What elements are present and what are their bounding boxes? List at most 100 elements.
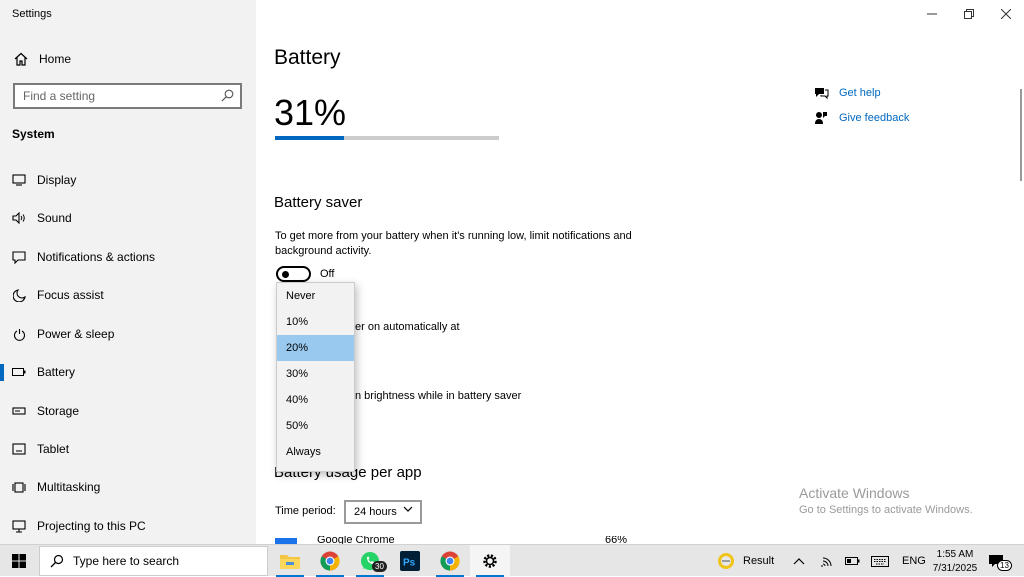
nav-home[interactable]: Home xyxy=(0,46,256,72)
storage-icon xyxy=(11,403,27,419)
weather-icon xyxy=(718,553,734,569)
minimize-button[interactable] xyxy=(913,0,950,28)
chrome-icon xyxy=(440,551,460,571)
whatsapp-taskbar-button[interactable]: 30 xyxy=(350,545,390,577)
battery-saver-heading: Battery saver xyxy=(274,194,363,211)
photoshop-icon: Ps xyxy=(400,551,420,571)
chrome-taskbar-button[interactable] xyxy=(310,545,350,577)
search-icon xyxy=(50,554,64,568)
time-period-value: 24 hours xyxy=(354,506,397,518)
find-setting-search[interactable] xyxy=(13,83,242,109)
window-title: Settings xyxy=(12,8,52,20)
dropdown-option[interactable]: 40% xyxy=(277,387,354,413)
get-help-link[interactable]: Get help xyxy=(813,80,909,105)
give-feedback-label: Give feedback xyxy=(839,111,910,124)
time-period-select[interactable]: 24 hours xyxy=(344,500,422,524)
app-percent: 66% xyxy=(604,536,627,544)
tablet-icon xyxy=(11,441,27,457)
sidebar-item-notifications[interactable]: Notifications & actions xyxy=(0,242,256,272)
window-controls xyxy=(913,0,1024,28)
dropdown-option[interactable]: 20% xyxy=(277,335,354,361)
sidebar-item-multitasking[interactable]: Multitasking xyxy=(0,472,256,502)
photoshop-taskbar-button[interactable]: Ps xyxy=(390,545,430,577)
settings-taskbar-button[interactable] xyxy=(470,545,510,577)
chevron-up-icon xyxy=(793,558,805,565)
sidebar-item-storage[interactable]: Storage xyxy=(0,396,256,426)
notification-count-badge: 13 xyxy=(997,560,1012,571)
moon-icon xyxy=(11,287,27,303)
find-setting-input[interactable] xyxy=(23,89,213,103)
watermark-title: Activate Windows xyxy=(799,485,910,501)
start-button[interactable] xyxy=(0,545,38,577)
dropdown-option[interactable]: Never xyxy=(277,283,354,309)
main-content: Battery 31% Battery saver To get more fr… xyxy=(256,0,1024,544)
nav-home-label: Home xyxy=(39,52,72,66)
battery-saver-toggle[interactable] xyxy=(276,266,311,282)
projector-icon xyxy=(11,518,27,534)
monitor-icon xyxy=(11,172,27,188)
close-button[interactable] xyxy=(987,0,1024,28)
file-explorer-taskbar-button[interactable] xyxy=(270,545,310,577)
dropdown-option[interactable]: Always xyxy=(277,439,354,465)
show-hidden-icons-button[interactable] xyxy=(793,545,805,577)
chrome-icon xyxy=(320,551,340,571)
dropdown-option[interactable]: 50% xyxy=(277,413,354,439)
search-icon[interactable] xyxy=(221,89,234,107)
keyboard-button[interactable] xyxy=(871,545,889,577)
battery-level-bar xyxy=(275,136,499,140)
app-usage-row[interactable]: Google Chrome 66% xyxy=(275,536,627,544)
battery-tray-button[interactable] xyxy=(845,545,860,577)
gear-icon xyxy=(483,554,497,568)
give-feedback-link[interactable]: Give feedback xyxy=(813,105,909,130)
battery-icon xyxy=(845,557,860,565)
help-chat-icon xyxy=(813,86,829,100)
battery-saver-threshold-dropdown[interactable]: Never 10% 20% 30% 40% 50% Always xyxy=(276,282,355,472)
weather-label: Result xyxy=(743,555,775,567)
network-icon xyxy=(821,557,832,567)
clock-time: 1:55 AM xyxy=(936,549,974,560)
chevron-down-icon xyxy=(403,504,413,516)
sidebar: Settings Home System Display Sound Notif… xyxy=(0,0,256,544)
sidebar-item-display[interactable]: Display xyxy=(0,165,256,195)
notification-icon xyxy=(11,249,27,265)
folder-icon xyxy=(280,555,300,569)
feedback-icon xyxy=(813,111,829,125)
sidebar-item-label: Projecting to this PC xyxy=(37,519,146,533)
windows-logo-icon xyxy=(12,554,26,568)
lower-brightness-label: n brightness while in battery saver xyxy=(355,390,522,402)
speaker-icon xyxy=(11,210,27,226)
sidebar-item-label: Multitasking xyxy=(37,480,101,494)
sidebar-item-battery[interactable]: Battery xyxy=(0,357,256,387)
weather-widget[interactable]: Result xyxy=(716,545,774,577)
sidebar-item-focus-assist[interactable]: Focus assist xyxy=(0,280,256,310)
chrome-profile-taskbar-button[interactable] xyxy=(430,545,470,577)
sidebar-item-projecting[interactable]: Projecting to this PC xyxy=(0,511,256,541)
settings-window: Settings Home System Display Sound Notif… xyxy=(0,0,1024,544)
clock[interactable]: 1:55 AM 7/31/2025 xyxy=(925,548,985,576)
battery-icon xyxy=(11,364,27,380)
language-indicator[interactable]: ENG xyxy=(902,545,926,577)
sidebar-item-tablet[interactable]: Tablet xyxy=(0,434,256,464)
battery-saver-description: To get more from your battery when it's … xyxy=(275,230,632,257)
sidebar-item-label: Power & sleep xyxy=(37,327,115,341)
svg-text:Ps: Ps xyxy=(403,558,416,569)
auto-battery-saver-label: er on automatically at xyxy=(355,321,460,333)
scrollbar[interactable] xyxy=(1020,89,1022,181)
dropdown-option[interactable]: 10% xyxy=(277,309,354,335)
network-icon-button[interactable] xyxy=(820,545,834,577)
battery-percentage: 31% xyxy=(274,92,347,133)
sidebar-item-label: Focus assist xyxy=(37,288,104,302)
whatsapp-badge: 30 xyxy=(372,561,387,572)
clock-date: 7/31/2025 xyxy=(932,563,978,574)
watermark-subtitle: Go to Settings to activate Windows. xyxy=(799,504,973,516)
section-label-system: System xyxy=(12,127,55,141)
sidebar-item-power-sleep[interactable]: Power & sleep xyxy=(0,319,256,349)
taskbar-search[interactable]: Type here to search xyxy=(39,546,268,576)
sidebar-item-sound[interactable]: Sound xyxy=(0,203,256,233)
app-name: Google Chrome xyxy=(317,536,395,544)
sidebar-item-label: Tablet xyxy=(37,442,70,456)
sidebar-item-label: Display xyxy=(37,173,77,187)
restore-button[interactable] xyxy=(950,0,987,28)
action-center-button[interactable]: 13 xyxy=(988,545,1012,577)
dropdown-option[interactable]: 30% xyxy=(277,361,354,387)
